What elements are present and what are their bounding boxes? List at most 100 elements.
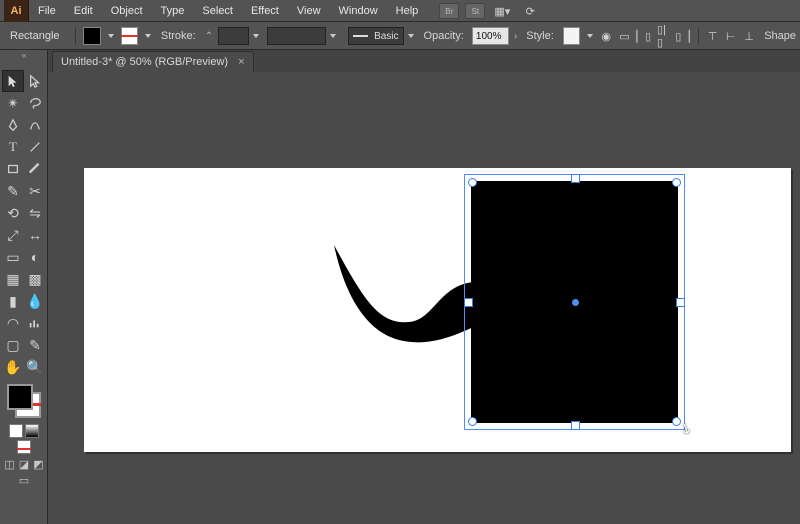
type-tool[interactable]: T [2,136,24,158]
color-mode-row [4,424,44,454]
fill-swatch[interactable] [83,27,100,45]
pencil-tool[interactable]: ✎ [2,180,24,202]
selected-rectangle[interactable]: ↘ [464,174,685,430]
reflect-tool[interactable]: ⇋ [24,202,46,224]
handle-center[interactable] [572,299,579,306]
stroke-swatch-caret[interactable] [145,34,151,38]
stroke-weight-caret[interactable] [253,34,259,38]
curvature-tool[interactable] [24,114,46,136]
bridge-chip[interactable]: Br [439,3,459,19]
stroke-swatch[interactable] [121,27,138,45]
artboard[interactable]: ↘ [84,168,791,452]
handle-mid-left[interactable] [464,298,473,307]
stock-chip[interactable]: St [465,3,485,19]
opacity-field[interactable]: 100% [472,27,509,45]
stroke-weight-link-icon[interactable]: ⌃ [202,31,216,42]
gradient-tool[interactable]: ▮ [2,290,24,312]
brush-caret[interactable] [408,34,414,38]
app-logo: Ai [4,0,29,23]
close-tab-icon[interactable]: × [238,56,244,68]
handle-top-left[interactable] [468,178,477,187]
draw-normal-icon[interactable]: ◫ [4,458,14,471]
line-segment-tool[interactable] [24,136,46,158]
recolor-icon[interactable]: ◉ [600,28,612,44]
eyedropper-tool[interactable]: 💧 [24,290,46,312]
divider [698,27,699,45]
menu-file[interactable]: File [29,0,65,22]
fill-swatch-caret[interactable] [108,34,114,38]
handle-bottom-mid[interactable] [571,421,580,430]
handle-top-mid[interactable] [571,174,580,183]
direct-selection-tool[interactable] [24,70,46,92]
rotate-tool[interactable]: ⟲ [2,202,24,224]
menu-effect[interactable]: Effect [242,0,288,22]
align-bottom-icon[interactable]: ⊥ [743,28,755,44]
document-tab-title: Untitled-3* @ 50% (RGB/Preview) [61,56,228,68]
align-right-icon[interactable]: ▯▕ [675,28,690,44]
menu-edit[interactable]: Edit [65,0,102,22]
color-mode-gradient[interactable] [25,424,39,438]
canvas-stage[interactable]: ↘ [48,72,800,524]
brush-definition[interactable]: Basic [348,27,404,45]
perspective-grid-tool[interactable]: ▦ [2,268,24,290]
style-caret[interactable] [587,34,593,38]
menu-view[interactable]: View [288,0,330,22]
gpu-icon[interactable]: ⟳ [522,3,538,19]
artboard-tool[interactable]: ▢ [2,334,24,356]
menu-help[interactable]: Help [387,0,428,22]
free-transform-tool[interactable]: ▭ [2,246,24,268]
slice-tool[interactable]: ✎ [24,334,46,356]
stroke-weight-field[interactable] [218,27,249,45]
scale-tool[interactable]: ⤢ [2,224,24,246]
handle-bottom-right[interactable] [672,417,681,426]
lasso-tool[interactable] [24,92,46,114]
blend-tool[interactable]: ◠ [2,312,24,334]
align-hcenter-icon[interactable]: ▯|▯ [657,28,669,44]
mesh-tool[interactable]: ▩ [24,268,46,290]
shape-builder-tool[interactable]: ◐ [24,246,46,268]
var-width-profile[interactable] [267,27,326,45]
zoom-tool[interactable]: 🔍 [24,356,46,378]
fill-stroke-indicator[interactable] [7,384,41,418]
collapse-panel-icon[interactable]: « [0,50,48,60]
divider [75,27,76,45]
rectangle-tool[interactable] [2,158,24,180]
handle-top-right[interactable] [672,178,681,187]
screen-mode-row: ◫ ◪ ◩ [4,458,43,471]
align-left-icon[interactable]: ▏▯ [637,28,652,44]
opacity-label: Opacity: [418,30,470,42]
color-mode-none[interactable] [17,440,31,454]
fill-indicator[interactable] [7,384,33,410]
shape-props-label[interactable]: Shape [758,30,800,42]
var-width-caret[interactable] [330,34,336,38]
tools-panel: « ✴ T ✎✂ ⟲⇋ ⤢↔ ▭◐ ▦▩ ▮💧 ◠ ▢✎ ✋🔍 ◫ ◪ ◩ ▭ [0,50,48,524]
hand-tool[interactable]: ✋ [2,356,24,378]
align-vcenter-icon[interactable]: ⊢ [725,28,737,44]
align-top-icon[interactable]: ⊤ [707,28,719,44]
draw-inside-icon[interactable]: ◩ [33,458,43,471]
magic-wand-tool[interactable]: ✴ [2,92,24,114]
screen-mode-btn[interactable]: ▭ [19,474,29,487]
menu-window[interactable]: Window [330,0,387,22]
width-tool[interactable]: ↔ [24,224,46,246]
menu-select[interactable]: Select [193,0,242,22]
pen-tool[interactable] [2,114,24,136]
align-selection-icon[interactable]: ▭ [618,28,630,44]
paintbrush-tool[interactable] [24,158,46,180]
menu-object[interactable]: Object [102,0,152,22]
scissors-tool[interactable]: ✂ [24,180,46,202]
menu-type[interactable]: Type [152,0,194,22]
handle-bottom-left[interactable] [468,417,477,426]
draw-behind-icon[interactable]: ◪ [19,458,29,471]
handle-mid-right[interactable] [676,298,685,307]
stroke-label: Stroke: [155,30,202,42]
selection-tool[interactable] [2,70,24,92]
arrange-docs-icon[interactable]: ▦▾ [494,3,510,19]
column-graph-tool[interactable] [24,312,46,334]
graphic-style-swatch[interactable] [563,27,580,45]
selection-type-label: Rectangle [0,30,70,42]
document-tab[interactable]: Untitled-3* @ 50% (RGB/Preview) × [52,51,254,72]
style-label: Style: [520,30,560,42]
color-mode-color[interactable] [9,424,23,438]
opacity-caret[interactable]: › [511,31,520,42]
